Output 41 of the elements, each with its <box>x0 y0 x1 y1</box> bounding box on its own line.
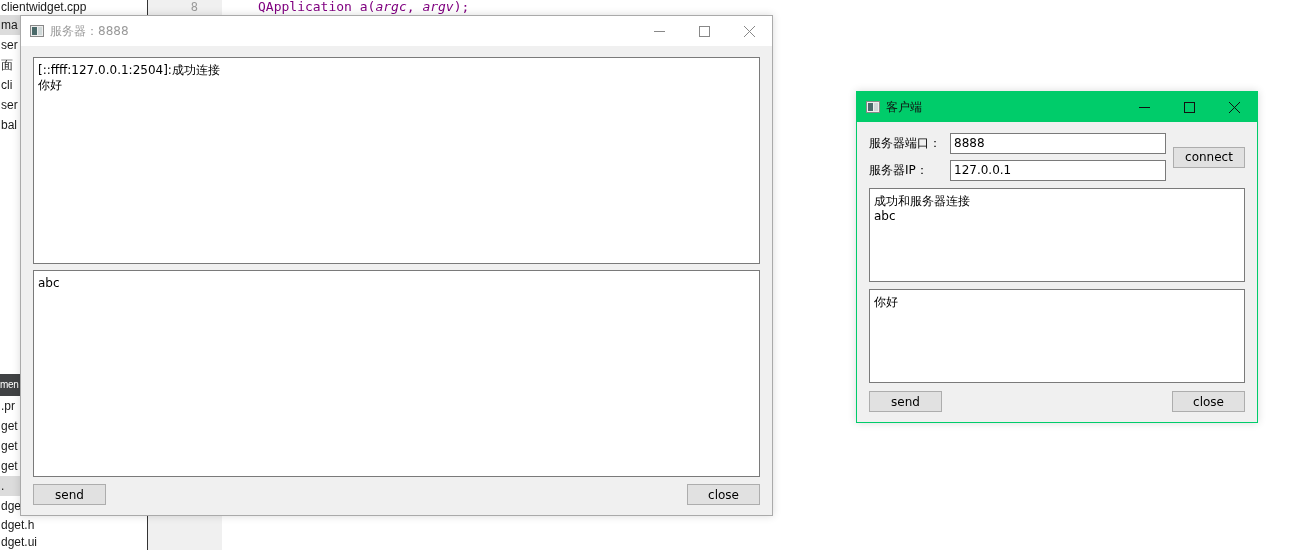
log-line: 你好 <box>38 78 63 93</box>
code-line: QApplication a(argc, argv); <box>258 0 471 14</box>
file-tree-item[interactable]: get <box>0 436 20 456</box>
close-window-button[interactable]: close <box>1172 391 1245 412</box>
log-line: [::ffff:127.0.0.1:2504]:成功连接 <box>38 63 221 78</box>
panel-header: men <box>0 374 20 396</box>
file-tree-item[interactable]: dge <box>0 496 20 516</box>
file-tree-item[interactable]: cli <box>0 75 20 95</box>
app-icon <box>866 101 880 113</box>
file-tree-item[interactable]: .pr <box>0 396 20 416</box>
file-tree-item[interactable]: clientwidget.cpp <box>0 0 147 15</box>
message-input[interactable]: 你好 <box>869 289 1245 383</box>
send-button[interactable]: send <box>869 391 942 412</box>
log-line: abc <box>874 209 897 224</box>
file-tree-item[interactable]: get <box>0 456 20 476</box>
file-tree-item[interactable]: . <box>0 476 20 496</box>
connect-button[interactable]: connect <box>1173 146 1245 168</box>
file-tree-item[interactable]: dget.ui <box>0 534 147 550</box>
close-icon <box>1229 101 1240 113</box>
send-button[interactable]: send <box>33 484 106 505</box>
line-number: 8 <box>189 0 199 16</box>
file-tree-item[interactable]: bal <box>0 115 20 135</box>
field-label: 服务器IP： <box>869 162 929 179</box>
close-icon <box>744 25 755 37</box>
input-field[interactable]: 8888 <box>950 133 1166 154</box>
close-window-button[interactable]: close <box>687 484 760 505</box>
file-tree-item[interactable]: ser <box>0 95 20 115</box>
log-line: 成功和服务器连接 <box>874 194 971 209</box>
maximize-icon <box>699 25 710 37</box>
maximize-icon <box>1184 101 1195 113</box>
field-label: 服务器端口： <box>869 135 942 152</box>
message-input[interactable]: abc <box>33 270 760 477</box>
window-title: 服务器：8888 <box>50 22 130 40</box>
file-tree-item[interactable]: get <box>0 416 20 436</box>
file-tree-item[interactable]: 面 <box>0 55 20 75</box>
file-tree-item[interactable]: ser <box>0 35 20 55</box>
app-icon <box>30 25 44 37</box>
file-tree-item[interactable]: ma <box>0 15 20 35</box>
window-title: 客户端 <box>886 98 923 116</box>
input-field[interactable]: 127.0.0.1 <box>950 160 1166 181</box>
file-tree-item[interactable]: dget.h <box>0 516 147 534</box>
